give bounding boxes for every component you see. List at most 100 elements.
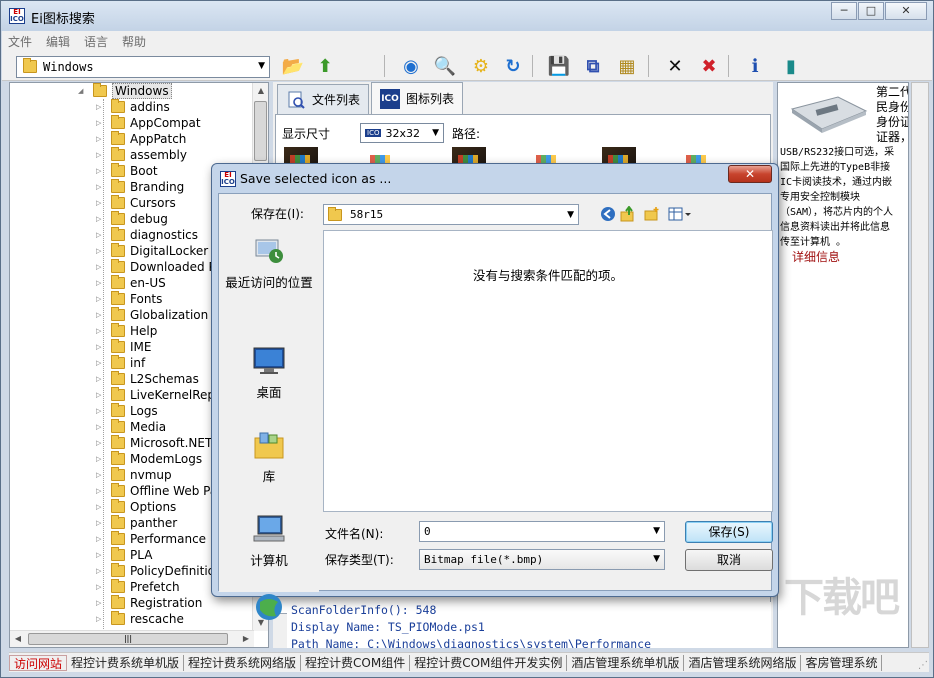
expand-icon[interactable]: ▷ [96,103,106,111]
expand-icon[interactable]: ▷ [96,615,106,623]
collapse-icon[interactable]: ◢ [78,87,88,95]
expand-icon[interactable]: ▷ [96,487,106,495]
minimize-button[interactable]: ─ [831,2,857,20]
expand-icon[interactable]: ▷ [96,455,106,463]
tree-item[interactable]: ▷ debug [96,211,168,227]
expand-icon[interactable]: ▷ [96,247,106,255]
back-icon[interactable] [599,205,617,223]
folder-combo[interactable]: Windows ▼ [16,56,270,78]
open-folder-icon[interactable]: 📂 [280,53,306,79]
save-icon[interactable]: 💾 [546,53,572,79]
expand-icon[interactable]: ▷ [96,135,106,143]
status-link[interactable]: 客房管理系统 [801,654,883,671]
status-link[interactable]: 酒店管理系统网络版 [684,654,802,671]
expand-icon[interactable]: ▷ [96,503,106,511]
maximize-button[interactable]: □ [858,2,884,20]
up-folder-icon[interactable] [619,205,637,223]
expand-icon[interactable]: ▷ [96,535,106,543]
scroll-up-icon[interactable]: ▲ [253,83,268,99]
expand-icon[interactable]: ▷ [96,167,106,175]
expand-icon[interactable]: ▷ [96,551,106,559]
place-computer[interactable]: 计算机 [219,514,319,569]
menu-edit[interactable]: 编辑 [46,33,70,50]
refresh-icon[interactable]: ↻ [500,53,526,79]
tree-horizontal-scrollbar[interactable]: ◀ ||| ▶ [10,630,254,647]
expand-icon[interactable]: ▷ [96,199,106,207]
tree-item[interactable]: ▷ ModemLogs [96,451,202,467]
expand-icon[interactable]: ▷ [96,215,106,223]
details-link[interactable]: 详细信息 [780,250,908,265]
tree-item[interactable]: ▷ DigitalLocker [96,243,208,259]
settings-gear-icon[interactable]: ⚙ [468,53,494,79]
resize-grip-icon[interactable]: ⋰ [918,660,928,671]
close-button[interactable]: ✕ [885,2,927,20]
tree-item[interactable]: ▷ assembly [96,147,187,163]
place-desktop[interactable]: 桌面 [219,346,319,401]
tree-item[interactable]: ▷ rescache [96,611,184,627]
scroll-left-icon[interactable]: ◀ [10,631,26,647]
expand-icon[interactable]: ▷ [96,407,106,415]
tree-item[interactable]: ▷ Registration [96,595,202,611]
tree-item[interactable]: ▷ Help [96,323,157,339]
expand-icon[interactable]: ▷ [96,391,106,399]
expand-icon[interactable]: ▷ [96,471,106,479]
tree-item[interactable]: ▷ IME [96,339,151,355]
tree-item[interactable]: ▷ diagnostics [96,227,198,243]
info-icon[interactable]: ℹ [742,53,768,79]
copy-icon[interactable]: ⧉ [580,53,606,79]
place-libraries[interactable]: 库 [219,430,319,485]
place-recent[interactable]: 最近访问的位置 [219,236,319,291]
filetype-select[interactable]: Bitmap file(*.bmp) ▼ [419,549,665,570]
menu-language[interactable]: 语言 [84,33,108,50]
status-link-visit-site[interactable]: 访问网站 [9,654,68,671]
expand-icon[interactable]: ▷ [96,151,106,159]
expand-icon[interactable]: ▷ [96,231,106,239]
tree-item[interactable]: ▷ Options [96,499,176,515]
stop-red-icon[interactable]: ✖ [696,53,722,79]
menu-help[interactable]: 帮助 [122,33,146,50]
tree-item[interactable]: ▷ Globalization [96,307,208,323]
tree-item[interactable]: ▷ Microsoft.NET [96,435,212,451]
expand-icon[interactable]: ▷ [96,375,106,383]
size-select[interactable]: ICO 32x32 ▼ [360,123,445,143]
dialog-close-button[interactable]: ✕ [728,165,772,183]
expand-icon[interactable]: ▷ [96,583,106,591]
save-in-select[interactable]: 58r15 ▼ [323,204,579,225]
scroll-right-icon[interactable]: ▶ [238,631,254,647]
tree-item[interactable]: ▷ AppPatch [96,131,186,147]
tree-item[interactable]: ▷ PLA [96,547,152,563]
expand-icon[interactable]: ▷ [96,567,106,575]
expand-icon[interactable]: ▷ [96,279,106,287]
up-folder-icon[interactable]: ⬆ [312,53,338,79]
tree-item[interactable]: ▷ Branding [96,179,184,195]
expand-icon[interactable]: ▷ [96,311,106,319]
tree-item[interactable]: ▷ Logs [96,403,158,419]
tree-item[interactable]: ▷ Media [96,419,166,435]
tree-item[interactable]: ▷ Performance [96,531,206,547]
status-link[interactable]: 酒店管理系统单机版 [567,654,685,671]
view-menu-icon[interactable] [667,205,693,223]
status-link[interactable]: 程控计费系统网络版 [184,654,302,671]
tree-item[interactable]: ▷ PolicyDefinitions [96,563,229,579]
tree-item[interactable]: ▷ Prefetch [96,579,180,595]
tree-item[interactable]: ▷ inf [96,355,145,371]
right-panel-scrollbar[interactable] [911,82,929,648]
expand-icon[interactable]: ▷ [96,263,106,271]
expand-icon[interactable]: ▷ [96,327,106,335]
status-link[interactable]: 程控计费COM组件 [301,654,411,671]
delete-x-icon[interactable]: ✕ [662,53,688,79]
expand-icon[interactable]: ▷ [96,519,106,527]
tree-item[interactable]: ▷ Boot [96,163,158,179]
status-link[interactable]: 程控计费COM组件开发实例 [410,654,568,671]
expand-icon[interactable]: ▷ [96,183,106,191]
tab-icon-list[interactable]: ICO 图标列表 [371,82,464,114]
tree-item[interactable]: ▷ L2Schemas [96,371,199,387]
cancel-button[interactable]: 取消 [685,549,773,571]
search-icon[interactable]: 🔍 [432,53,458,79]
new-folder-icon[interactable] [643,205,661,223]
file-list[interactable]: 没有与搜索条件匹配的项。 [323,230,773,512]
tree-item-root[interactable]: ◢ Windows [78,83,172,99]
export-icon[interactable]: ▦ [614,53,640,79]
save-button[interactable]: 保存(S) [685,521,773,543]
exit-door-icon[interactable]: ▮ [778,53,804,79]
